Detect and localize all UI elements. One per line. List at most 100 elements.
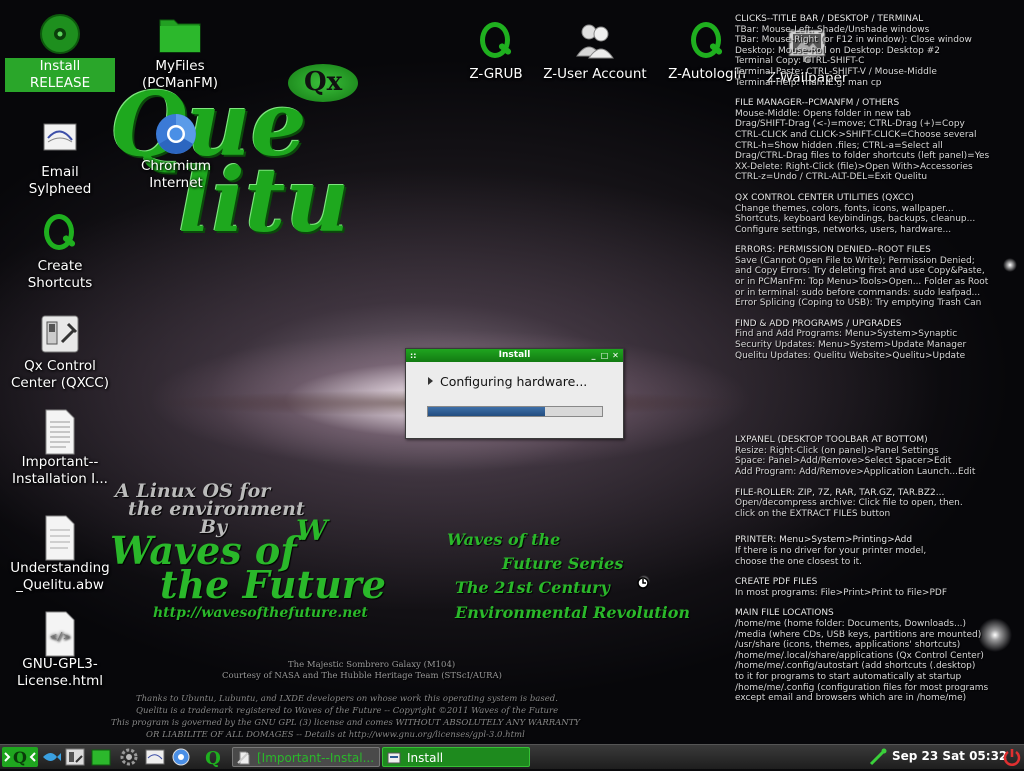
fish-launcher-icon[interactable] bbox=[40, 747, 62, 767]
file-manager-launcher-icon[interactable] bbox=[90, 747, 112, 767]
close-button[interactable]: ✕ bbox=[611, 351, 620, 360]
document-icon bbox=[38, 514, 82, 561]
dialog-titlebar[interactable]: :: Install _ □ ✕ bbox=[406, 349, 623, 362]
info-section: MAIN FILE LOCATIONS /home/me (home folde… bbox=[735, 608, 1021, 703]
credit-line1: The Majestic Sombrero Galaxy (M104) bbox=[288, 660, 456, 670]
info-line: /usr/share (icons, themes, applications'… bbox=[735, 640, 961, 651]
task-install[interactable]: Install bbox=[382, 747, 530, 767]
email-icon bbox=[38, 118, 82, 162]
desktop-icon-chromium[interactable]: Chromium Internet bbox=[121, 112, 231, 192]
info-line: Error Splicing (Coping to USB): Try empt… bbox=[735, 298, 982, 309]
info-panel: CLICKS--TITLE BAR / DESKTOP / TERMINAL T… bbox=[735, 14, 1021, 714]
info-line: except email and browsers which are in /… bbox=[735, 693, 967, 704]
info-line: Mouse-Middle: Opens folder in new tab bbox=[735, 108, 911, 119]
info-line: XX-Delete: Right-Click (file)>Open With>… bbox=[735, 161, 973, 172]
settings-gear-icon[interactable] bbox=[118, 747, 140, 767]
desktop-icon-label: MyFiles (PCManFM) bbox=[142, 58, 218, 91]
info-section: FIND & ADD PROGRAMS / UPGRADES Find and … bbox=[735, 319, 1021, 361]
start-menu-button[interactable]: Q bbox=[2, 747, 38, 767]
footer-line1: Thanks to Ubuntu, Lubuntu, and LXDE deve… bbox=[136, 694, 558, 704]
control-center-icon bbox=[38, 312, 82, 356]
series-line4: Environmental Revolution bbox=[455, 603, 691, 622]
desktop-icon-qx-control-center[interactable]: Qx Control Center (QXCC) bbox=[5, 312, 115, 392]
info-line: choose the one closest to it. bbox=[735, 556, 863, 567]
info-line: CTRL-z=Undo / CTRL-ALT-DEL=Exit Quelitu bbox=[735, 172, 928, 183]
maximize-button[interactable]: □ bbox=[600, 351, 609, 360]
info-line: TBar: Mouse-Right (or F12 in window): Cl… bbox=[735, 35, 972, 46]
info-section-title: PRINTER: Menu>System>Printing>Add bbox=[735, 535, 913, 546]
desktop-icon-label: Understanding _Quelitu.abw bbox=[10, 560, 110, 593]
info-section-title: FILE MANAGER--PCMANFM / OTHERS bbox=[735, 98, 900, 109]
expander-arrow-icon[interactable] bbox=[428, 377, 433, 385]
install-dialog[interactable]: :: Install _ □ ✕ Configuring hardware... bbox=[405, 348, 624, 439]
brand-w: W bbox=[296, 514, 328, 547]
info-line: /home/me/.local/share/applications (Qx C… bbox=[735, 650, 984, 661]
power-icon[interactable] bbox=[1001, 747, 1023, 767]
credit-line2: Courtesy of NASA and The Hubble Heritage… bbox=[222, 671, 502, 681]
text-file-icon bbox=[237, 751, 251, 765]
folder-icon bbox=[158, 12, 202, 56]
users-icon bbox=[573, 20, 617, 64]
info-section-title: CREATE PDF FILES bbox=[735, 577, 818, 588]
dialog-body: Configuring hardware... bbox=[406, 362, 623, 389]
info-section: ERRORS: PERMISSION DENIED--ROOT FILES Sa… bbox=[735, 245, 1021, 309]
info-section: PRINTER: Menu>System>Printing>Add If the… bbox=[735, 535, 1021, 567]
series-line1: Waves of the bbox=[447, 530, 561, 549]
info-line: Shortcuts, keyboard keybindings, backups… bbox=[735, 214, 976, 225]
info-line: Find and Add Programs: Menu>System>Synap… bbox=[735, 329, 958, 340]
series-line2: Future Series bbox=[502, 554, 624, 573]
info-line: /home/me (home folder: Documents, Downlo… bbox=[735, 618, 967, 629]
info-section-title: FILE-ROLLER: ZIP, 7Z, RAR, TAR.GZ, TAR.B… bbox=[735, 487, 945, 498]
info-section: FILE-ROLLER: ZIP, 7Z, RAR, TAR.GZ, TAR.B… bbox=[735, 488, 1021, 520]
desktop-icon-gnu-gpl3-license[interactable]: </> GNU-GPL3-License.html bbox=[5, 610, 115, 690]
desktop-icon-label: Email Sylpheed bbox=[28, 164, 92, 197]
quelitu-q-launcher-icon[interactable]: Q bbox=[200, 747, 226, 769]
task-important-installation[interactable]: [Important--Instal... bbox=[232, 747, 380, 767]
info-line: or in PCManFm: Top Menu>Tools>Open... Fo… bbox=[735, 277, 989, 288]
desktop-icon-label: Qx Control Center (QXCC) bbox=[10, 358, 109, 391]
desktop-icon-important-installation[interactable]: Important--Installation I... bbox=[5, 408, 115, 488]
desktop-icon-create-shortcuts[interactable]: Create Shortcuts bbox=[5, 212, 115, 292]
install-disc-icon bbox=[38, 12, 82, 56]
info-line: CTRL-h=Show hidden .files; CTRL-a=Select… bbox=[735, 140, 943, 151]
info-section: QX CONTROL CENTER UTILITIES (QXCC) Chang… bbox=[735, 193, 1021, 235]
info-section: CREATE PDF FILES In most programs: File>… bbox=[735, 577, 1021, 598]
info-section-title: ERRORS: PERMISSION DENIED--ROOT FILES bbox=[735, 245, 931, 256]
browser-launcher-icon[interactable] bbox=[170, 747, 192, 767]
info-line: In most programs: File>Print>Print to Fi… bbox=[735, 587, 948, 598]
desktop[interactable]: Que litu Qx A Linux OS for the environme… bbox=[0, 0, 1024, 744]
info-section-title: FIND & ADD PROGRAMS / UPGRADES bbox=[735, 318, 902, 329]
info-line: Configure settings, networks, users, har… bbox=[735, 224, 952, 235]
info-section: LXPANEL (DESKTOP TOOLBAR AT BOTTOM) Resi… bbox=[735, 435, 1021, 477]
clock[interactable]: Sep 23 Sat 05:32 bbox=[892, 749, 1007, 763]
desktop-icon-understanding-quelitu[interactable]: Understanding _Quelitu.abw bbox=[5, 514, 115, 594]
desktop-icon-myfiles[interactable]: MyFiles (PCManFM) bbox=[125, 12, 235, 92]
info-line: Terminal Paste: CTRL-SHIFT-V / Mouse-Mid… bbox=[735, 66, 937, 77]
info-line: Add Program: Add/Remove>Application Laun… bbox=[735, 467, 976, 477]
info-line: /home/me/.config/autostart (add shortcut… bbox=[735, 661, 976, 672]
info-line: /media (where CDs, USB keys, partitions … bbox=[735, 629, 982, 640]
info-line: Terminal Copy: CTRL-SHIFT-C bbox=[735, 56, 865, 67]
info-section: CLICKS--TITLE BAR / DESKTOP / TERMINAL T… bbox=[735, 14, 1021, 88]
chromium-icon bbox=[154, 112, 198, 156]
progress-fill bbox=[428, 407, 545, 416]
brand-url: http://wavesofthefuture.net bbox=[153, 605, 368, 621]
qx-badge-text: Qx bbox=[304, 67, 343, 97]
desktop-icon-z-user-account[interactable]: Z-User Account bbox=[540, 20, 650, 83]
info-line: If there is no driver for your printer m… bbox=[735, 545, 927, 556]
desktop-icon-z-grub[interactable]: Z-GRUB bbox=[441, 20, 551, 83]
task-label: Install bbox=[407, 751, 444, 765]
desktop-icon-install-release[interactable]: Install RELEASE bbox=[5, 12, 115, 92]
desktop-icon-email[interactable]: Email Sylpheed bbox=[5, 118, 115, 198]
footer-line3: This program is governed by the GNU GPL … bbox=[111, 718, 581, 728]
minimize-button[interactable]: _ bbox=[589, 351, 598, 360]
network-icon[interactable] bbox=[868, 747, 888, 767]
q-icon bbox=[685, 20, 729, 64]
task-label: [Important--Instal... bbox=[257, 751, 375, 765]
info-line: Save (Cannot Open File to Write); Permis… bbox=[735, 255, 975, 266]
brand-line2: the Future bbox=[160, 562, 386, 607]
info-line: Open/decompress archive: Click file to o… bbox=[735, 498, 963, 509]
footer-line4: OR LIABILITE OF ALL DOMAGES -- Details a… bbox=[146, 730, 525, 740]
email-launcher-icon[interactable] bbox=[144, 747, 166, 767]
control-center-launcher-icon[interactable] bbox=[64, 747, 86, 767]
